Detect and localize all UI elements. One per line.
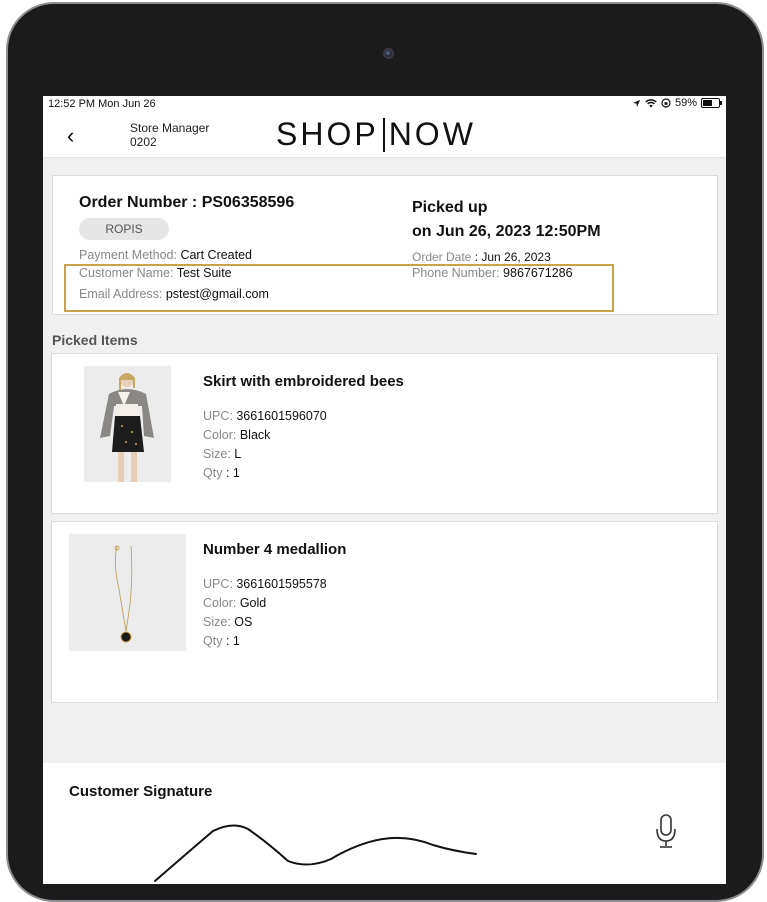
status-icons: 59% bbox=[632, 97, 722, 109]
store-id: 0202 bbox=[130, 135, 157, 149]
item-card: Number 4 medallion UPC: 3661601595578 Co… bbox=[51, 521, 718, 703]
item-upc: UPC: 3661601596070 bbox=[203, 409, 327, 423]
item-size: Size: L bbox=[203, 447, 242, 461]
logo-now: NOW bbox=[388, 116, 476, 152]
order-number: Order Number : PS06358596 bbox=[79, 194, 295, 211]
item-color: Color: Black bbox=[203, 428, 271, 442]
item-color: Color: Gold bbox=[203, 596, 267, 610]
order-type-badge: ROPIS bbox=[79, 218, 169, 240]
app-header: ‹ Store Manager 0202 SHOP NOW bbox=[43, 112, 726, 158]
signature-area[interactable]: Customer Signature bbox=[43, 763, 726, 884]
store-info: Store Manager 0202 bbox=[130, 121, 209, 149]
location-icon bbox=[632, 99, 641, 107]
picked-items-title: Picked Items bbox=[52, 332, 138, 348]
logo-shop: SHOP bbox=[276, 116, 379, 152]
status-bar: 12:52 PM Mon Jun 26 59% bbox=[43, 96, 726, 112]
lock-rotation-icon bbox=[661, 98, 671, 108]
status-time: 12:52 PM Mon Jun 26 bbox=[48, 98, 156, 110]
pickup-status: Picked up on Jun 26, 2023 12:50PM bbox=[412, 199, 601, 240]
highlight-box bbox=[64, 264, 614, 312]
wifi-icon bbox=[645, 98, 657, 107]
back-button[interactable]: ‹ bbox=[67, 123, 74, 149]
camera-icon bbox=[383, 48, 394, 59]
item-upc: UPC: 3661601595578 bbox=[203, 577, 327, 591]
order-date: Order Date : Jun 26, 2023 bbox=[412, 250, 551, 264]
item-title: Number 4 medallion bbox=[203, 541, 347, 558]
logo-divider bbox=[382, 117, 385, 152]
item-card: Skirt with embroidered bees UPC: 3661601… bbox=[51, 353, 718, 514]
medallion-product-image bbox=[69, 534, 186, 651]
app-screen: 12:52 PM Mon Jun 26 59% ‹ Store Manager … bbox=[43, 96, 726, 884]
store-role: Store Manager bbox=[130, 121, 210, 135]
signature-stroke bbox=[154, 824, 477, 882]
microphone-icon[interactable] bbox=[654, 813, 678, 849]
battery-icon bbox=[701, 98, 722, 108]
payment-method: Payment Method: Cart Created bbox=[79, 248, 253, 262]
battery-percent: 59% bbox=[674, 97, 697, 109]
shopnow-logo: SHOP NOW bbox=[276, 116, 476, 153]
skirt-product-image bbox=[84, 366, 171, 482]
item-title: Skirt with embroidered bees bbox=[203, 373, 404, 390]
item-size: Size: OS bbox=[203, 615, 253, 629]
item-qty: Qty : 1 bbox=[203, 634, 240, 648]
item-qty: Qty : 1 bbox=[203, 466, 240, 480]
